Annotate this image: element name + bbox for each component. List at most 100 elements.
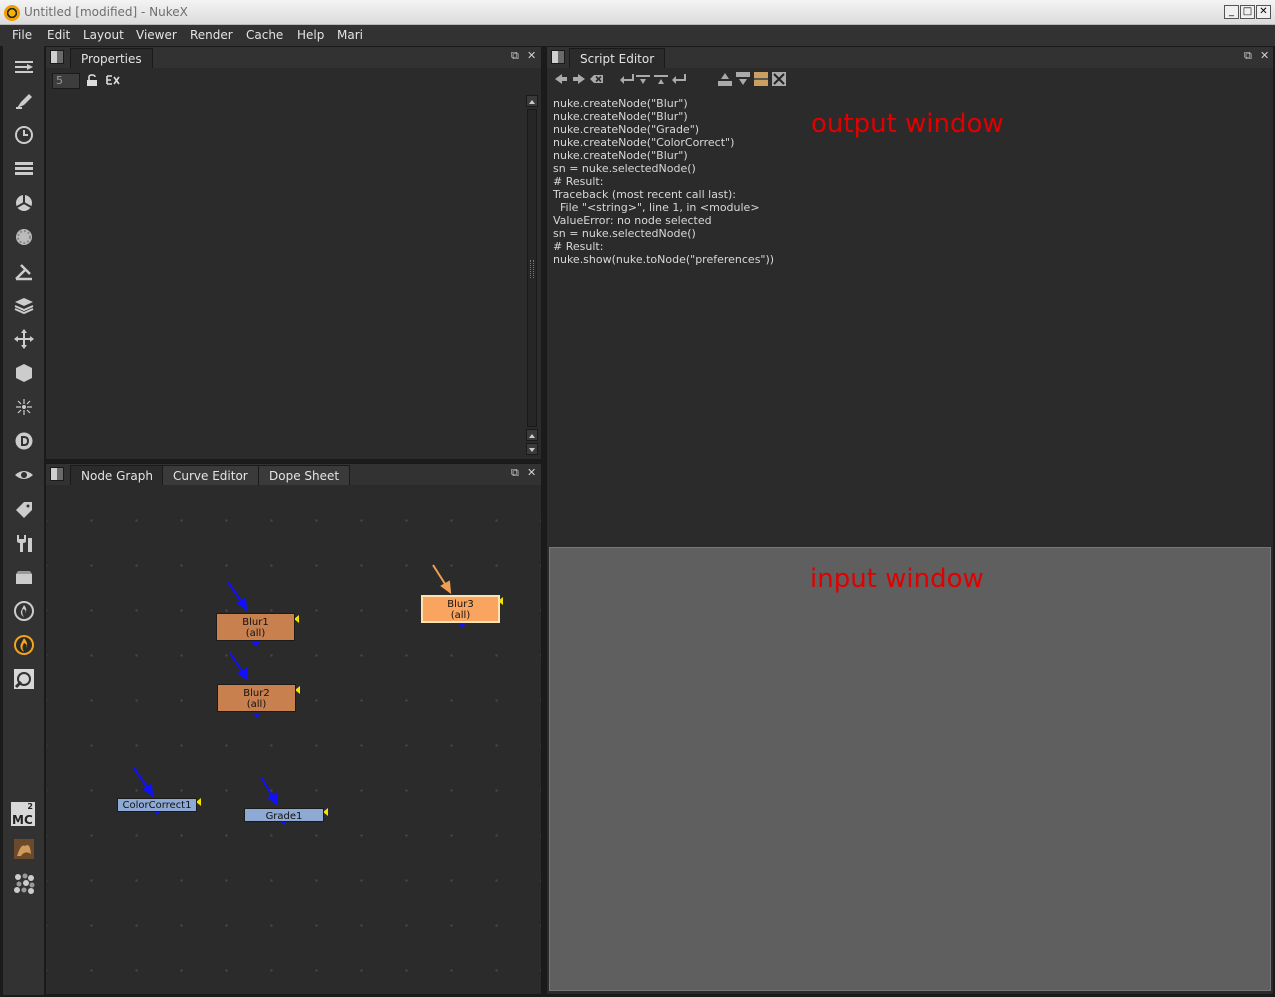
- script-editor-close-icon[interactable]: ✕: [1260, 49, 1269, 62]
- node-connections: [133, 564, 503, 825]
- show-output-only-icon[interactable]: [735, 71, 751, 87]
- show-input-only-icon[interactable]: [717, 71, 733, 87]
- menu-viewer[interactable]: Viewer: [136, 28, 177, 42]
- scroll-track[interactable]: [527, 109, 537, 427]
- time-icon[interactable]: [11, 122, 37, 148]
- other-icon[interactable]: [11, 564, 37, 590]
- transform-icon[interactable]: [11, 326, 37, 352]
- menu-cache[interactable]: Cache: [246, 28, 283, 42]
- scroll-up-button[interactable]: [526, 95, 538, 107]
- menu-file[interactable]: File: [12, 28, 32, 42]
- load-script-icon[interactable]: [635, 71, 651, 87]
- output-line: sn = nuke.selectedNode(): [553, 227, 696, 240]
- input-output-icon[interactable]: [11, 54, 37, 80]
- max-panels-input[interactable]: 5: [52, 73, 80, 89]
- mc2-label: MC: [12, 813, 33, 827]
- node-blur1-name: Blur1: [242, 617, 269, 628]
- tab-node-graph[interactable]: Node Graph: [70, 465, 164, 485]
- node-blur1[interactable]: Blur1 (all): [216, 613, 295, 641]
- scroll-up-small-button[interactable]: [526, 429, 538, 441]
- nodes-toolbar: 2 MC: [3, 46, 44, 995]
- output-line: nuke.createNode("Grade"): [553, 123, 700, 136]
- toolsets-wrench-icon[interactable]: [11, 530, 37, 556]
- output-line: File "<string>", line 1, in <module>: [553, 201, 760, 214]
- close-button[interactable]: ✕: [1256, 5, 1271, 19]
- tab-dope-sheet[interactable]: Dope Sheet: [258, 465, 351, 485]
- clear-panels-icon[interactable]: [106, 74, 120, 90]
- script-editor-float-icon[interactable]: ⧉: [1244, 49, 1252, 63]
- properties-float-icon[interactable]: ⧉: [511, 49, 519, 63]
- show-both-icon[interactable]: [753, 71, 769, 87]
- filter-icon[interactable]: [11, 224, 37, 250]
- ocula-icon[interactable]: [11, 666, 37, 692]
- 3d-cube-icon[interactable]: [11, 360, 37, 386]
- tab-script-editor[interactable]: Script Editor: [569, 48, 666, 68]
- input-window[interactable]: input window: [549, 547, 1271, 991]
- particles-icon[interactable]: [11, 394, 37, 420]
- tab-curve-editor[interactable]: Curve Editor: [162, 465, 259, 485]
- node-blur2[interactable]: Blur2 (all): [217, 684, 296, 712]
- previous-script-icon[interactable]: [553, 71, 569, 87]
- tab-properties[interactable]: Properties: [70, 48, 153, 68]
- menu-edit[interactable]: Edit: [47, 28, 70, 42]
- output-line: nuke.createNode("Blur"): [553, 149, 688, 162]
- merge-icon[interactable]: [11, 292, 37, 318]
- color-wheel-icon[interactable]: [11, 190, 37, 216]
- save-script-icon[interactable]: [653, 71, 669, 87]
- properties-panel: Properties ⧉ ✕ 5: [45, 46, 542, 460]
- output-line: ValueError: no node selected: [553, 214, 712, 227]
- output-text: nuke.createNode("Blur") nuke.createNode("…: [553, 97, 774, 266]
- views-icon[interactable]: [11, 462, 37, 488]
- node-blur3-name: Blur3: [447, 599, 474, 610]
- node-graph-canvas[interactable]: Blur1 (all) Blur2 (all) Blur3 (all) Colo…: [47, 486, 541, 994]
- next-script-icon[interactable]: [571, 71, 587, 87]
- output-line: nuke.createNode("Blur"): [553, 97, 688, 110]
- scroll-down-button[interactable]: [526, 443, 538, 455]
- node-graph-float-icon[interactable]: ⧉: [511, 466, 519, 480]
- mc2-icon[interactable]: 2 MC: [11, 802, 35, 826]
- output-window[interactable]: nuke.createNode("Blur") nuke.createNode("…: [549, 93, 1271, 538]
- output-line: nuke.createNode("Blur"): [553, 110, 688, 123]
- properties-header: Properties ⧉ ✕: [46, 47, 541, 68]
- node-graph-close-icon[interactable]: ✕: [527, 466, 536, 479]
- node-grade1-name: Grade1: [265, 811, 303, 822]
- node-blur2-name: Blur2: [243, 688, 270, 699]
- source-script-icon[interactable]: [619, 71, 635, 87]
- clear-history-icon[interactable]: [589, 71, 605, 87]
- deep-icon[interactable]: [11, 428, 37, 454]
- node-colorcorrect1[interactable]: ColorCorrect1: [117, 798, 197, 812]
- node-grade1[interactable]: Grade1: [244, 808, 324, 822]
- node-blur3[interactable]: Blur3 (all): [421, 595, 500, 623]
- scroll-grip[interactable]: [530, 260, 534, 278]
- run-script-icon[interactable]: [671, 71, 687, 87]
- menu-help[interactable]: Help: [297, 28, 324, 42]
- input-window-label: input window: [810, 564, 984, 594]
- output-line: nuke.createNode("ColorCorrect"): [553, 136, 735, 149]
- properties-tab-grip[interactable]: [50, 50, 64, 64]
- metadata-tag-icon[interactable]: [11, 496, 37, 522]
- creature-plugin-icon[interactable]: [11, 836, 37, 862]
- output-line: # Result:: [553, 175, 604, 188]
- menu-layout[interactable]: Layout: [83, 28, 124, 42]
- node-blur2-channels: (all): [246, 699, 267, 710]
- keyer-icon[interactable]: [11, 258, 37, 284]
- furnace-icon[interactable]: [11, 598, 37, 624]
- node-graph-tab-grip[interactable]: [50, 467, 64, 481]
- script-editor-tab-grip[interactable]: [551, 50, 565, 64]
- nukex-flame-icon[interactable]: [11, 632, 37, 658]
- properties-close-icon[interactable]: ✕: [527, 49, 536, 62]
- paint-brush-icon[interactable]: [11, 88, 37, 114]
- menu-render[interactable]: Render: [190, 28, 233, 42]
- maximize-button[interactable]: □: [1240, 5, 1255, 19]
- output-line: sn = nuke.selectedNode(): [553, 162, 696, 175]
- lock-icon[interactable]: [86, 74, 99, 90]
- properties-scrollbar[interactable]: [526, 95, 538, 455]
- clear-output-icon[interactable]: [771, 71, 787, 87]
- dots-plugin-icon[interactable]: [11, 870, 37, 896]
- minimize-button[interactable]: _: [1224, 5, 1239, 19]
- menu-mari[interactable]: Mari: [337, 28, 363, 42]
- channel-icon[interactable]: [11, 156, 37, 182]
- script-editor-panel: Script Editor ⧉ ✕ nuke.createNode("Blur"…: [546, 46, 1274, 995]
- script-editor-header: Script Editor ⧉ ✕: [547, 47, 1273, 68]
- menu-bar: File Edit Layout Viewer Render Cache Hel…: [0, 25, 1275, 46]
